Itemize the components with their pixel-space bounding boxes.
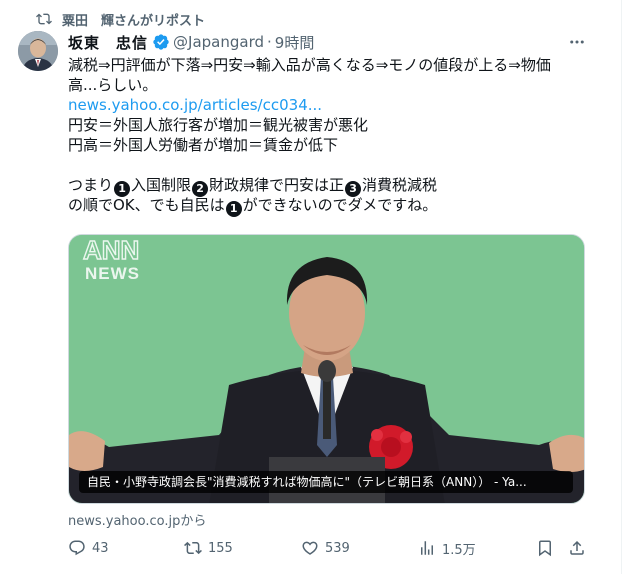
summary-text-a: の順でOK、でも自民は (68, 196, 225, 214)
views-chart-icon (421, 541, 433, 555)
more-icon (570, 40, 584, 44)
timeline-border (621, 0, 622, 574)
heart-icon (302, 541, 318, 555)
summary-intro: つまり (68, 176, 114, 194)
summary-item-3: 消費税減税 (362, 176, 438, 194)
tweet-header: 坂東 忠信 @Japangard · 9時間 (68, 31, 584, 53)
action-bar: 43 155 539 1.5万 (68, 537, 588, 559)
tweet-line: 円安＝外国人旅行客が増加＝観光被害が悪化 (68, 116, 369, 134)
post-time[interactable]: 9時間 (275, 32, 315, 53)
share-button[interactable] (568, 537, 586, 559)
link-card-image[interactable]: ANN NEWS 自民・小野寺政調会長"消費減税すれば物価高に"（テレビ朝日系（… (68, 234, 585, 504)
number-1-icon: 1 (225, 201, 242, 217)
link-card-caption: 自民・小野寺政調会長"消費減税すれば物価高に"（テレビ朝日系（ANN）） - Y… (79, 471, 573, 493)
views-count: 1.5万 (442, 542, 476, 558)
repost-indicator[interactable]: 粟田 輝さんがリポスト (36, 10, 206, 29)
repost-count: 155 (208, 540, 233, 556)
repost-icon (36, 13, 52, 25)
bookmark-icon (539, 540, 551, 557)
tweet-body: 減税⇒円評価が下落⇒円安⇒輸入品が高くなる⇒モノの値段が上る⇒物価 高...らし… (68, 55, 588, 217)
more-options-button[interactable] (566, 33, 588, 51)
repost-button[interactable]: 155 (184, 537, 233, 559)
news-logo-text: NEWS (85, 264, 140, 283)
repost-icon (184, 541, 202, 555)
reply-count: 43 (92, 540, 109, 556)
avatar[interactable] (18, 31, 58, 71)
like-count: 539 (325, 540, 350, 556)
tweet-line: 高...らしい。 (68, 76, 158, 94)
repost-text: 粟田 輝さんがリポスト (62, 13, 206, 29)
reply-button[interactable]: 43 (68, 537, 109, 559)
bookmark-button[interactable] (536, 537, 554, 559)
author-handle[interactable]: @Japangard (173, 33, 264, 51)
share-icon (570, 540, 584, 555)
link-source[interactable]: news.yahoo.co.jpから (68, 510, 206, 529)
news-photo: ANN NEWS (69, 235, 584, 503)
summary-line-2: の順でOK、でも自民は 1 ができないのでダメですね。 (68, 195, 588, 217)
separator-dot: · (267, 33, 272, 51)
tweet-line: 円高＝外国人労働者が増加＝賃金が低下 (68, 136, 339, 154)
reply-icon (69, 540, 85, 556)
verified-badge-icon (153, 34, 169, 50)
tweet-line: 減税⇒円評価が下落⇒円安⇒輸入品が高くなる⇒モノの値段が上る⇒物価 (68, 56, 551, 74)
summary-line-1: つまり 1 入国制限 2 財政規律で円安は正 3 消費税減税 (68, 175, 588, 197)
ann-logo-text: ANN (83, 235, 139, 265)
summary-item-1: 入国制限 (131, 176, 192, 194)
article-link[interactable]: news.yahoo.co.jp/articles/cc034... (68, 95, 588, 115)
summary-item-2: 財政規律で円安は正 (209, 176, 345, 194)
author-name[interactable]: 坂東 忠信 (68, 32, 148, 53)
like-button[interactable]: 539 (301, 537, 350, 559)
views-button[interactable]: 1.5万 (418, 537, 476, 559)
summary-text-b: ができないのでダメですね。 (242, 196, 438, 214)
